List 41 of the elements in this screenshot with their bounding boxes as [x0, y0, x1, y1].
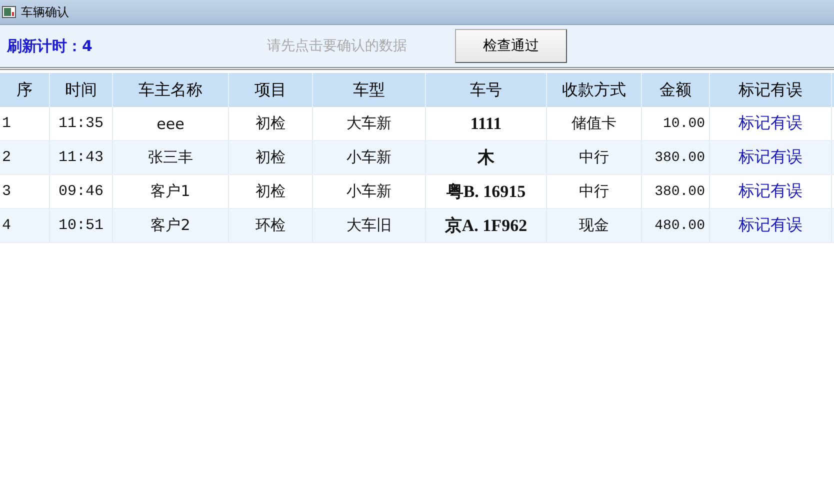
item-cell: 初检 [256, 148, 286, 167]
mark-error-link[interactable]: 标记有误 [738, 147, 802, 168]
owner-cell: 张三丰 [148, 148, 193, 167]
vehicle-type-cell: 大车新 [346, 114, 392, 133]
item-cell: 初检 [256, 182, 286, 201]
check-pass-button[interactable]: 检查通过 [455, 29, 567, 63]
owner-cell: 客户1 [150, 182, 190, 201]
index-cell: 2 [2, 149, 12, 166]
owner-cell: 客户2 [150, 216, 190, 235]
window-title: 车辆确认 [21, 4, 69, 20]
vehicle-type-cell: 小车新 [346, 182, 392, 201]
refresh-timer: 刷新计时：4 [7, 36, 94, 56]
amount-cell: 480.00 [654, 218, 705, 234]
plate-cell-text: 粤B. 16915 [446, 181, 526, 203]
hint-text: 请先点击要确认的数据 [267, 37, 408, 55]
item-cell: 环检 [256, 216, 286, 235]
index-cell: 4 [2, 217, 12, 234]
vehicle-type-cell: 小车新 [346, 148, 392, 167]
amount-cell: 10.00 [662, 116, 705, 132]
payment-cell: 储值卡 [572, 114, 616, 133]
plate-cell: 1111 [470, 114, 502, 134]
plate-cell-text: 京A. 1F962 [444, 215, 528, 237]
owner-cell: eee [156, 114, 184, 132]
window-icon [2, 6, 16, 18]
payment-cell: 现金 [579, 216, 609, 235]
plate-cell-text: 木 [478, 147, 494, 169]
amount-cell: 380.00 [654, 150, 705, 166]
time-cell: 11:35 [58, 115, 104, 132]
index-cell: 3 [2, 183, 12, 200]
time-cell: 11:43 [58, 149, 104, 166]
vehicle-type-cell: 大车旧 [346, 216, 392, 235]
time-cell: 09:46 [58, 183, 104, 200]
mark-error-link[interactable]: 标记有误 [738, 113, 802, 134]
index-cell: 1 [2, 115, 12, 132]
mark-error-link[interactable]: 标记有误 [738, 181, 802, 202]
mark-error-link[interactable]: 标记有误 [738, 215, 802, 236]
time-cell: 10:51 [58, 217, 104, 234]
item-cell: 初检 [256, 114, 286, 133]
amount-cell: 380.00 [654, 184, 705, 200]
payment-cell: 中行 [579, 148, 609, 167]
payment-cell: 中行 [579, 182, 609, 201]
